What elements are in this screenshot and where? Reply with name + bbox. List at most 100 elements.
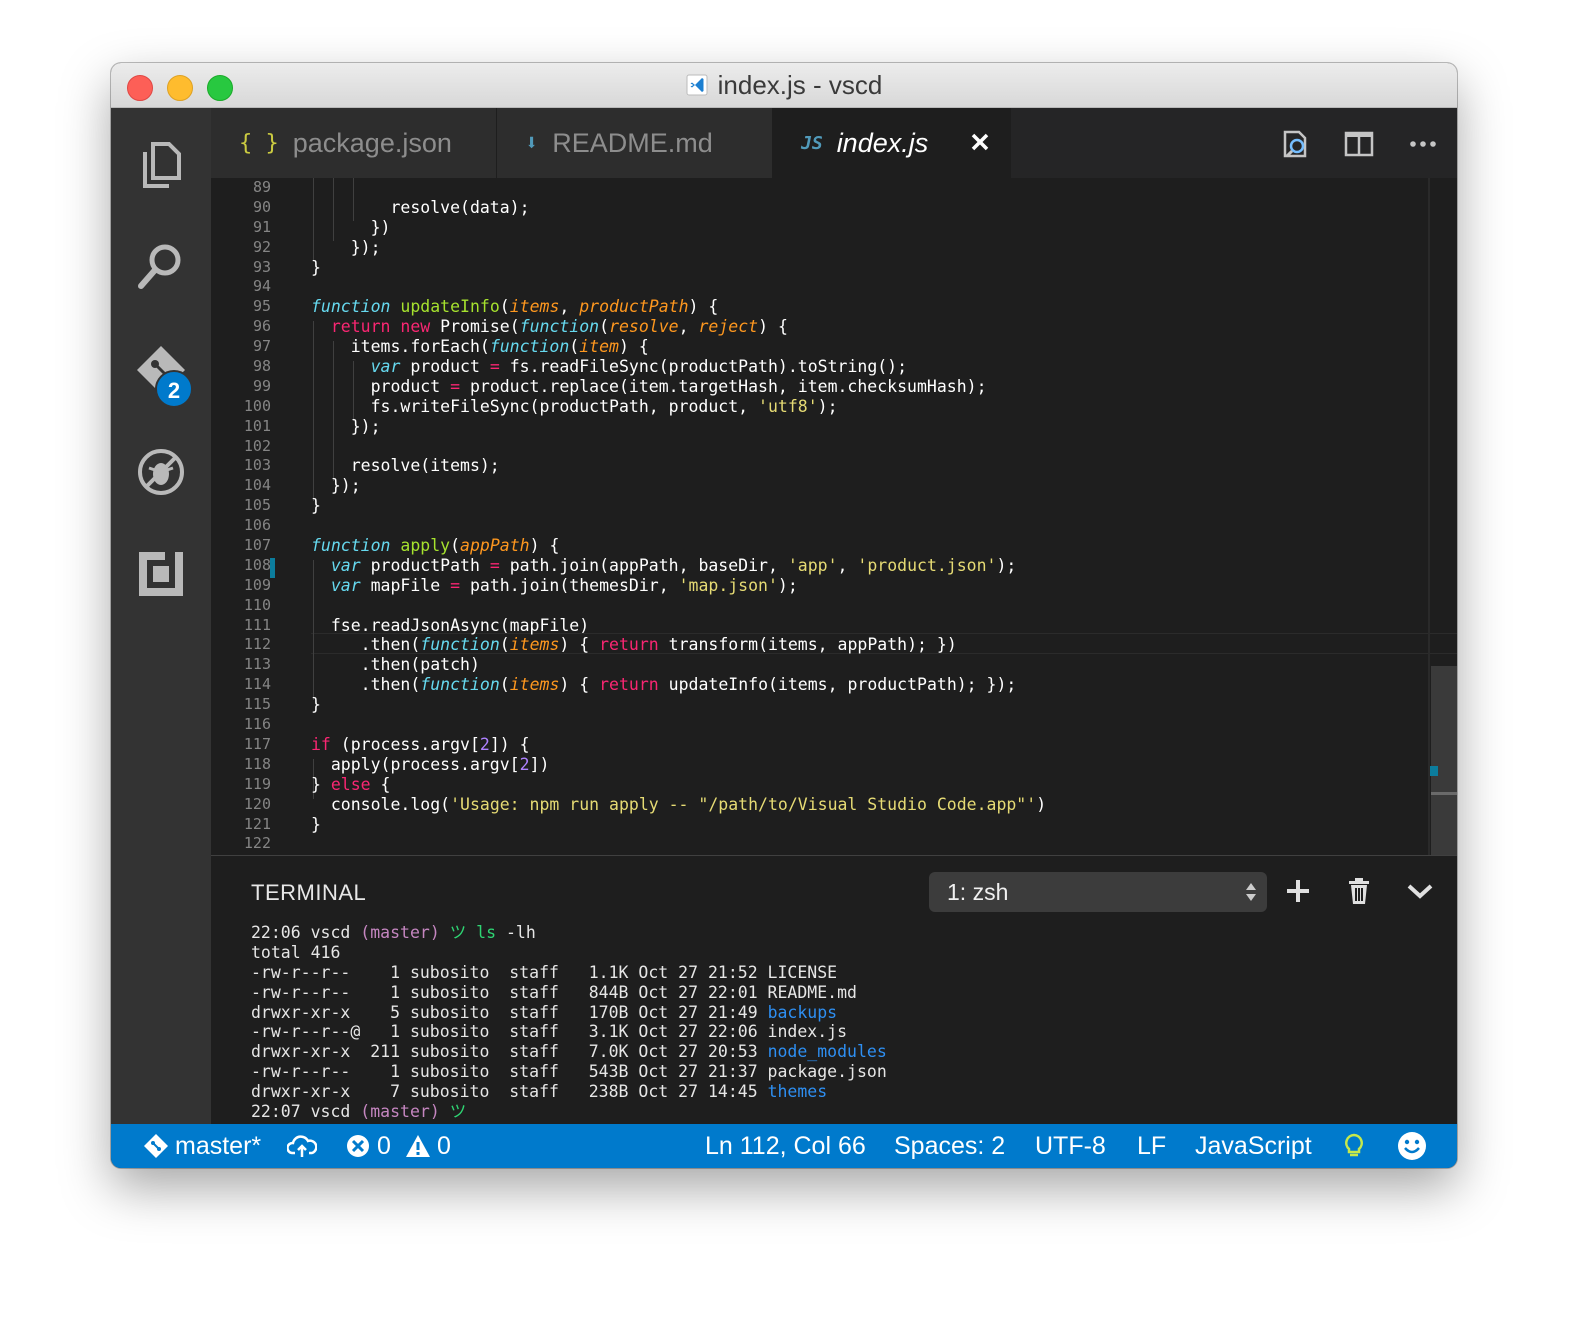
language-mode[interactable]: JavaScript [1195, 1124, 1312, 1168]
line-number: 113 [243, 655, 271, 674]
markdown-file-icon: ⬇ [525, 130, 539, 156]
search-icon[interactable] [135, 240, 187, 292]
explorer-icon[interactable] [135, 138, 187, 190]
error-icon[interactable] [345, 1133, 371, 1159]
line-number: 120 [243, 794, 271, 813]
warning-icon[interactable] [405, 1133, 431, 1159]
line-number: 101 [243, 416, 271, 435]
title-bar: index.js - vscd [111, 63, 1457, 108]
warning-count[interactable]: 0 [437, 1124, 451, 1168]
js-file-icon: JS [801, 132, 823, 154]
more-actions-icon[interactable] [1407, 128, 1439, 160]
code-line: }); [311, 476, 361, 496]
tab-index-js[interactable]: JS index.js [773, 108, 1011, 178]
line-number: 117 [243, 734, 271, 753]
split-editor-icon[interactable] [1343, 128, 1375, 160]
extensions-icon[interactable] [135, 548, 187, 600]
line-number: 93 [252, 257, 271, 276]
line-number: 114 [243, 675, 271, 694]
git-branch[interactable]: master* [175, 1124, 261, 1168]
line-number: 118 [243, 754, 271, 773]
sync-cloud-icon[interactable] [287, 1133, 317, 1159]
code-line: if (process.argv[2]) { [311, 734, 530, 754]
editor-scrollbar[interactable] [1431, 666, 1457, 855]
line-number: 91 [252, 217, 271, 236]
vscode-document-icon [686, 74, 708, 96]
code-line: } [311, 257, 321, 277]
json-file-icon: { } [239, 130, 279, 156]
open-preview-icon[interactable] [1279, 128, 1311, 160]
terminal-line: -rw-r--r--@ 1 subosito staff 3.1K Oct 27… [251, 1022, 848, 1042]
line-number: 116 [243, 715, 271, 734]
line-number: 103 [243, 456, 271, 475]
code-line: } [311, 695, 321, 715]
code-line: items.forEach(function(item) { [311, 337, 649, 357]
kill-terminal-icon[interactable] [1344, 876, 1374, 906]
end-of-line[interactable]: LF [1137, 1124, 1166, 1168]
tab-label: package.json [292, 127, 452, 158]
terminal-line: drwxr-xr-x 7 subosito staff 238B Oct 27 … [251, 1082, 828, 1102]
code-line: apply(process.argv[2]) [311, 754, 550, 774]
code-line: .then(function(items) { return transform… [311, 635, 957, 655]
lightbulb-icon[interactable] [1341, 1133, 1367, 1159]
tab-label: index.js [836, 127, 929, 158]
cursor-position[interactable]: Ln 112, Col 66 [705, 1124, 866, 1168]
code-line: }); [311, 416, 381, 436]
code-line: function updateInfo(items, productPath) … [311, 297, 719, 317]
scrollbar-cursor-marker [1431, 792, 1457, 795]
indentation[interactable]: Spaces: 2 [894, 1124, 1005, 1168]
line-number: 100 [243, 396, 271, 415]
collapse-panel-icon[interactable] [1405, 876, 1435, 906]
code-line: resolve(items); [311, 456, 500, 476]
code-line: fs.writeFileSync(productPath, product, '… [311, 396, 838, 416]
line-number: 99 [252, 376, 271, 395]
line-number: 110 [243, 595, 271, 614]
line-number: 119 [243, 774, 271, 793]
code-editor[interactable]: 89 90 91 92 93 94 95 96 97 98 99 100 101 102 103 104 105… [211, 178, 1457, 855]
code-line: var productPath = path.join(appPath, bas… [330, 555, 1017, 575]
code-line: .then(patch) [311, 655, 480, 675]
debug-icon[interactable] [135, 446, 187, 498]
code-line: } else { [311, 774, 391, 794]
terminal-output[interactable]: 22:06 vscd (master) ツ ls -lh total 416 -rw… [251, 923, 887, 1122]
line-number-gutter: 89 90 91 92 93 94 95 96 97 98 99 100 101 102 103 104 105… [211, 178, 271, 854]
feedback-smiley-icon[interactable] [1397, 1131, 1427, 1161]
line-number: 92 [252, 237, 271, 256]
terminal-line: -rw-r--r-- 1 subosito staff 543B Oct 27 … [251, 1062, 887, 1082]
code-line: return new Promise(function(resolve, rej… [330, 317, 788, 337]
code-line: fse.readJsonAsync(mapFile) [311, 615, 590, 635]
terminal-line: -rw-r--r-- 1 subosito staff 1.1K Oct 27 … [251, 962, 838, 982]
line-number: 122 [243, 834, 271, 853]
line-number: 90 [252, 197, 271, 216]
tab-package-json[interactable]: { } package.json [211, 108, 497, 178]
select-arrows-icon [1246, 883, 1256, 901]
line-number: 112 [243, 635, 271, 654]
code-lines: resolve(data); }) });} function updateIn… [311, 178, 1046, 854]
code-line: var product = fs.readFileSync(productPat… [370, 357, 908, 377]
code-line: } [311, 814, 321, 834]
line-number: 96 [252, 317, 271, 336]
panel-title: TERMINAL [251, 880, 367, 905]
line-number: 105 [243, 496, 271, 515]
tab-readme-md[interactable]: ⬇ README.md [497, 108, 773, 178]
error-count[interactable]: 0 [377, 1124, 391, 1168]
overview-ruler [1428, 178, 1430, 855]
code-line: var mapFile = path.join(themesDir, 'map.… [330, 575, 798, 595]
terminal-line: total 416 [251, 942, 341, 962]
code-line: function apply(appPath) { [311, 536, 560, 556]
new-terminal-icon[interactable] [1283, 876, 1313, 906]
terminal-select[interactable]: 1: zsh [929, 872, 1267, 912]
status-bar: master* 0 0 Ln 112, Col 66 Spaces: 2 UTF… [111, 1124, 1457, 1168]
terminal-line: 22:06 vscd (master) ツ ls -lh [251, 923, 536, 942]
activity-bar: 2 [111, 108, 211, 1124]
code-line: console.log('Usage: npm run apply -- "/p… [311, 794, 1047, 814]
line-number: 108 [243, 555, 271, 574]
terminal-line: 22:07 vscd (master) ツ [251, 1102, 467, 1122]
encoding[interactable]: UTF-8 [1035, 1124, 1106, 1168]
close-tab-icon[interactable] [968, 130, 992, 154]
